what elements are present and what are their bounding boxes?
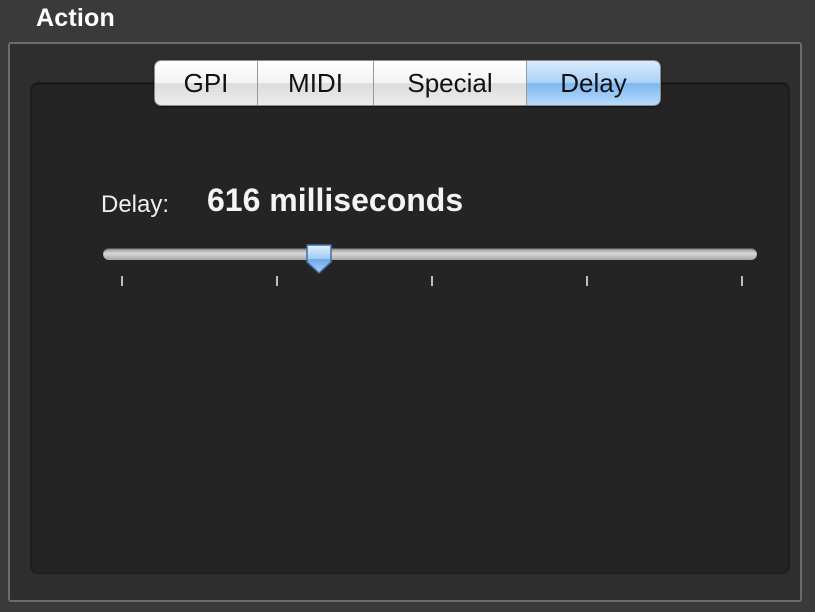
panel-title: Action [36,4,115,32]
tab-gpi[interactable]: GPI [155,61,258,105]
slider-tick [431,276,433,286]
slider-tick [121,276,123,286]
slider-track[interactable] [103,248,757,260]
slider-thumb[interactable] [304,243,334,275]
tab-midi[interactable]: MIDI [258,61,374,105]
tab-special[interactable]: Special [374,61,527,105]
slider-tick [276,276,278,286]
delay-slider[interactable] [101,243,761,303]
tab-bar: GPI MIDI Special Delay [154,60,661,106]
tab-content-area: Delay: 616 milliseconds [30,82,790,574]
action-panel: Action Delay: 616 milliseconds GPI MIDI … [0,0,815,612]
slider-tick [586,276,588,286]
action-group-box: Delay: 616 milliseconds GPI MIDI Special… [8,42,802,602]
slider-tick [741,276,743,286]
delay-label: Delay: [101,191,170,218]
delay-value: 616 milliseconds [207,182,464,218]
tab-delay[interactable]: Delay [527,61,660,105]
